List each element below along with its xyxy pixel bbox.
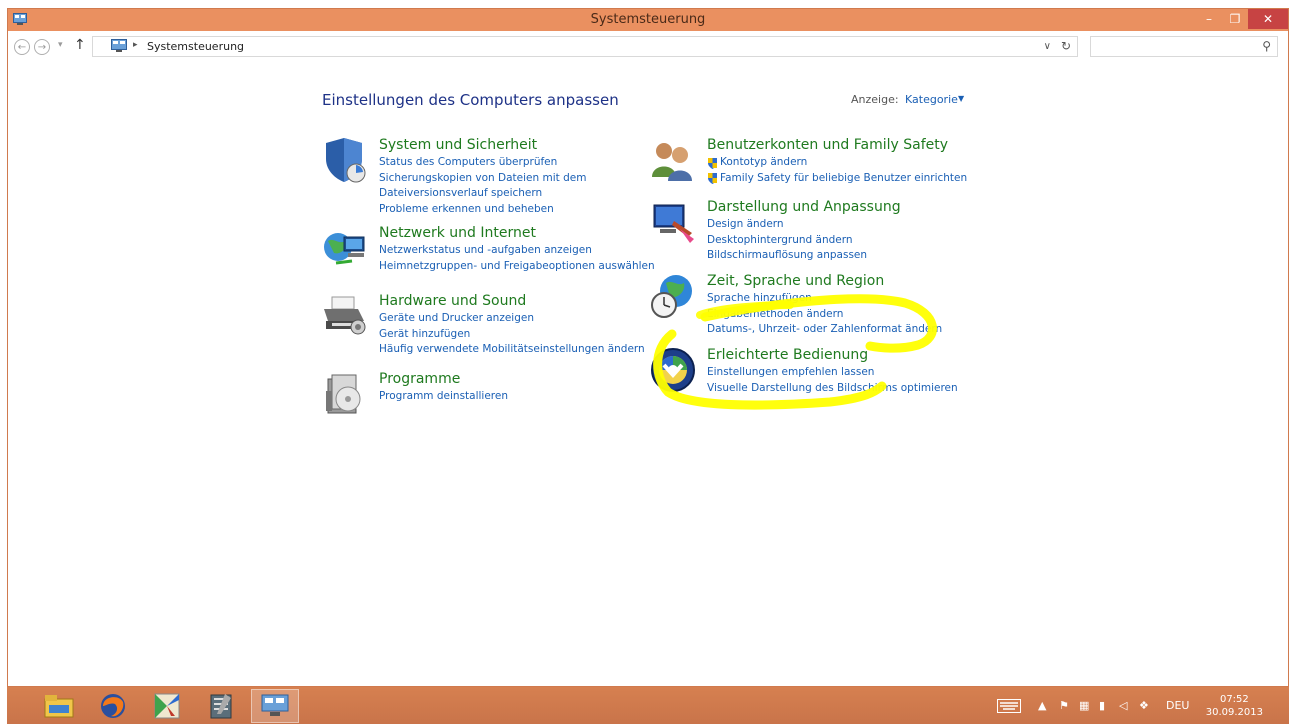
file-explorer-icon[interactable] — [35, 689, 83, 723]
task-link[interactable]: Bildschirmauflösung anpassen — [707, 248, 867, 264]
notepad-icon[interactable] — [197, 689, 245, 723]
shield-icon — [326, 138, 366, 183]
task-link[interactable]: Gerät hinzufügen — [379, 327, 645, 343]
forward-button[interactable]: → — [34, 39, 50, 55]
category-title[interactable]: Zeit, Sprache und Region — [707, 273, 884, 289]
refresh-icon[interactable]: ↻ — [1061, 39, 1071, 53]
search-icon[interactable]: ⚲ — [1262, 39, 1271, 53]
title-bar[interactable]: Systemsteuerung – ❐ ✕ — [8, 9, 1288, 31]
task-link-label[interactable]: Kontotyp ändern — [720, 155, 807, 171]
recent-locations-dropdown[interactable]: ▾ — [58, 40, 63, 50]
chevron-down-icon[interactable]: ▼ — [958, 94, 964, 103]
category-title[interactable]: System und Sicherheit — [379, 137, 537, 153]
search-input[interactable]: ⚲ — [1090, 36, 1278, 57]
window-title: Systemsteuerung — [590, 12, 706, 27]
show-hidden-icons-icon[interactable]: ▲ — [1038, 687, 1046, 724]
clock[interactable]: 07:52 30.09.2013 — [1206, 693, 1263, 719]
task-link[interactable]: Netzwerkstatus und -aufgaben anzeigen — [379, 243, 655, 259]
task-link[interactable]: Datums-, Uhrzeit- oder Zahlenformat ände… — [707, 322, 942, 338]
address-field[interactable]: ▸ Systemsteuerung ∨ ↻ — [92, 36, 1078, 57]
task-link[interactable]: Desktophintergrund ändern — [707, 233, 867, 249]
appearance-icon — [653, 204, 694, 243]
main-content: Einstellungen des Computers anpassen Anz… — [8, 61, 1288, 686]
page-title: Einstellungen des Computers anpassen — [322, 91, 619, 109]
paint-icon[interactable] — [143, 689, 191, 723]
task-link[interactable]: Dateiversionsverlauf speichern — [379, 186, 586, 202]
keyboard-icon[interactable] — [997, 687, 1021, 724]
task-link[interactable]: Programm deinstallieren — [379, 389, 508, 405]
task-link[interactable]: Design ändern — [707, 217, 867, 233]
up-button[interactable]: ↑ — [74, 37, 86, 53]
screen-border — [0, 0, 7, 724]
volume-icon[interactable]: ◁ — [1119, 687, 1127, 724]
globe-clock-icon — [651, 275, 692, 318]
view-label: Anzeige: — [851, 93, 899, 106]
view-mode-dropdown[interactable]: Kategorie — [905, 93, 958, 106]
dropbox-icon[interactable]: ❖ — [1139, 687, 1149, 724]
task-link[interactable]: Visuelle Darstellung des Bildschirms opt… — [707, 381, 958, 397]
minimize-button[interactable]: – — [1196, 9, 1222, 29]
control-panel-icon[interactable] — [251, 689, 299, 723]
category-title[interactable]: Erleichterte Bedienung — [707, 347, 868, 363]
task-link[interactable]: Eingabemethoden ändern — [707, 307, 942, 323]
task-link[interactable]: Status des Computers überprüfen — [379, 155, 586, 171]
maximize-button[interactable]: ❐ — [1222, 9, 1248, 29]
address-bar: ← → ▾ ↑ ▸ Systemsteuerung ∨ ↻ ⚲ — [8, 31, 1288, 61]
uac-shield-icon — [708, 173, 717, 185]
users-icon — [652, 143, 692, 181]
action-center-flag-icon[interactable]: ⚑ — [1059, 687, 1069, 724]
task-link[interactable]: Kontotyp ändern — [707, 155, 967, 171]
task-link[interactable]: Sicherungskopien von Dateien mit dem — [379, 171, 586, 187]
clock-date: 30.09.2013 — [1205, 707, 1263, 718]
language-indicator[interactable]: DEU — [1166, 687, 1189, 724]
task-link[interactable]: Heimnetzgruppen- und Freigabeoptionen au… — [379, 259, 655, 275]
close-button[interactable]: ✕ — [1248, 9, 1288, 29]
breadcrumb-separator-icon[interactable]: ▸ — [133, 40, 138, 50]
task-link[interactable]: Family Safety für beliebige Benutzer ein… — [707, 171, 967, 187]
category-title[interactable]: Hardware und Sound — [379, 293, 526, 309]
clock-time: 07:52 — [1219, 694, 1249, 705]
printer-icon — [324, 296, 366, 335]
category-title[interactable]: Darstellung und Anpassung — [707, 199, 901, 215]
task-link[interactable]: Einstellungen empfehlen lassen — [707, 365, 958, 381]
control-panel-icon — [111, 39, 127, 52]
back-button[interactable]: ← — [14, 39, 30, 55]
uac-shield-icon — [708, 157, 717, 169]
taskbar: ▲ ⚑ ▦ ▮ ◁ ❖ DEU 07:52 30.09.2013 — [7, 687, 1289, 724]
network-icon — [324, 233, 365, 265]
control-panel-window: Systemsteuerung – ❐ ✕ ← → ▾ ↑ ▸ Systemst… — [7, 8, 1289, 687]
network-status-icon[interactable]: ▦ — [1079, 687, 1089, 724]
breadcrumb[interactable]: Systemsteuerung — [147, 40, 244, 53]
programs-icon — [326, 374, 361, 414]
task-link[interactable]: Probleme erkennen und beheben — [379, 202, 586, 218]
category-title[interactable]: Benutzerkonten und Family Safety — [707, 137, 948, 153]
task-link[interactable]: Häufig verwendete Mobilitätseinstellunge… — [379, 342, 645, 358]
firefox-icon[interactable] — [89, 689, 137, 723]
category-title[interactable]: Netzwerk und Internet — [379, 225, 536, 241]
task-link[interactable]: Sprache hinzufügen — [707, 291, 942, 307]
ease-of-access-icon — [651, 348, 695, 392]
signal-strength-icon[interactable]: ▮ — [1099, 687, 1105, 724]
category-title[interactable]: Programme — [379, 371, 460, 387]
task-link[interactable]: Geräte und Drucker anzeigen — [379, 311, 645, 327]
task-link-label[interactable]: Family Safety für beliebige Benutzer ein… — [720, 171, 967, 187]
chevron-down-icon[interactable]: ∨ — [1044, 41, 1051, 52]
